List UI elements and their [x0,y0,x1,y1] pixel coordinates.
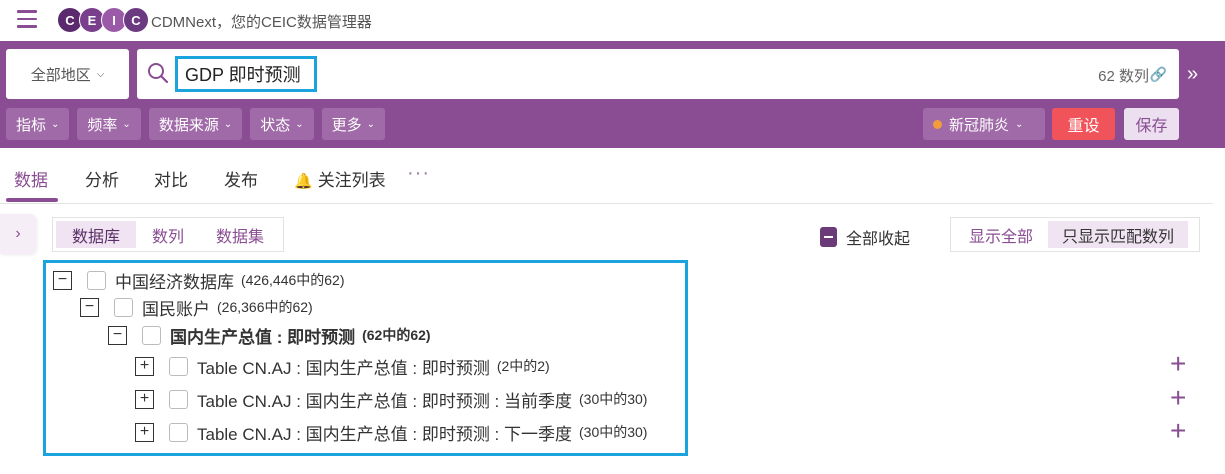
tree-label: 国民账户 [142,299,210,319]
tree-checkbox[interactable] [87,270,106,290]
tree-checkbox[interactable] [169,389,188,409]
tree-label: Table CN.AJ : 国内生产总值 : 即时预测 : 下一季度 [197,424,572,444]
filter-label: 状态 [260,116,291,134]
tree-checkbox[interactable] [114,297,133,317]
filter-row: 指标 ⌄ 频率 ⌄ 数据来源 ⌄ 状态 ⌄ 更多 ⌄ [6,108,393,140]
collapse-all-label: 全部收起 [846,231,911,248]
chevron-down-icon: ⌵ [96,68,105,80]
add-series-icon[interactable]: + [1170,350,1186,378]
search-input[interactable] [175,56,317,92]
collapse-node-icon[interactable]: − [53,270,72,290]
chevron-down-icon: ⌄ [366,118,376,130]
collapse-all-button[interactable]: 全部收起 [820,225,910,249]
region-label: 全部地区 [30,66,91,84]
link-icon[interactable]: 🔗 [1150,66,1167,83]
top-bar: C E I C CDMNext，您的CEIC数据管理器 [0,0,1225,41]
tree-row: + Table CN.AJ : 国内生产总值 : 即时预测 : 下一季度 (30… [135,420,647,444]
filter-status[interactable]: 状态 ⌄ [250,108,314,140]
filter-source[interactable]: 数据来源 ⌄ [148,108,243,140]
sidebar-toggle[interactable]: › [0,214,36,254]
region-dropdown[interactable]: 全部地区 ⌵ [6,49,129,99]
add-series-icon[interactable]: + [1170,417,1186,445]
tab-compare[interactable]: 对比 [154,166,188,191]
chevron-down-icon: ⌄ [122,118,131,130]
chevron-right-icon: › [15,225,21,242]
show-toggle: 显示全部 只显示匹配数列 [950,217,1200,252]
tree-label: 国内生产总值 : 即时预测 [170,327,356,347]
reset-button[interactable]: 重设 [1052,108,1115,140]
collapse-node-icon[interactable]: − [108,325,127,345]
tree-count: (30中的30) [579,424,648,440]
tree-checkbox[interactable] [169,422,188,442]
tree-count: (426,446中的62) [241,272,345,288]
tab-watchlist-label: 关注列表 [317,171,386,190]
chevron-down-icon: ⌄ [223,118,233,130]
chevron-down-icon: ⌄ [295,118,304,130]
tree-label: Table CN.AJ : 国内生产总值 : 即时预测 [197,358,490,378]
chevron-down-icon: ⌄ [51,118,60,130]
logo-letter: C [123,7,149,33]
show-matching-only[interactable]: 只显示匹配数列 [1048,221,1189,248]
tree-count: (2中的2) [496,358,550,374]
chevron-down-icon: ⌄ [1015,118,1024,130]
filter-label: 更多 [331,116,362,134]
tab-data[interactable]: 数据 [14,166,48,191]
view-toggle: 数据库 数列 数据集 [52,217,285,252]
show-all[interactable]: 显示全部 [954,221,1048,248]
more-tabs-icon[interactable]: ··· [407,162,430,185]
tree-row: − 国内生产总值 : 即时预测 (62中的62) [108,323,431,347]
tree-row: + Table CN.AJ : 国内生产总值 : 即时预测 (2中的2) [135,354,550,378]
filter-more[interactable]: 更多 ⌄ [321,108,386,140]
menu-icon[interactable] [17,10,37,28]
filter-label: 数据来源 [158,116,219,134]
filter-indicator[interactable]: 指标 ⌄ [6,108,70,140]
search-box: 62 数列 🔗 [137,49,1179,99]
collapse-icon [820,227,837,247]
main-tabs: 数据 分析 对比 发布 🔔 关注列表 ··· [0,148,1213,204]
expand-node-icon[interactable]: + [135,389,154,409]
view-dataset[interactable]: 数据集 [200,221,280,248]
filter-frequency[interactable]: 频率 ⌄ [77,108,141,140]
tree-row: − 中国经济数据库 (426,446中的62) [53,268,345,292]
tree-label: 中国经济数据库 [115,272,234,292]
tab-watchlist[interactable]: 🔔 关注列表 [294,166,386,191]
covid-label: 新冠肺炎 [949,116,1010,134]
expand-node-icon[interactable]: + [135,422,154,442]
expand-node-icon[interactable]: + [135,356,154,376]
app-title: CDMNext，您的CEIC数据管理器 [151,14,372,31]
save-button[interactable]: 保存 [1124,108,1179,140]
tree-count: (26,366中的62) [217,299,313,315]
tree-checkbox[interactable] [142,325,161,345]
tree-checkbox[interactable] [169,356,188,376]
tree-label: Table CN.AJ : 国内生产总值 : 即时预测 : 当前季度 [197,391,572,411]
tab-publish[interactable]: 发布 [224,166,258,191]
tab-analysis[interactable]: 分析 [85,166,119,191]
filter-label: 指标 [16,116,47,134]
view-database[interactable]: 数据库 [56,221,137,248]
status-dot-icon [933,119,942,129]
expand-panel-icon[interactable]: » [1187,63,1198,86]
ceic-logo[interactable]: C E I C [57,7,149,33]
filter-label: 频率 [87,116,118,134]
bell-icon: 🔔 [294,173,313,190]
add-series-icon[interactable]: + [1170,384,1186,412]
tree-row: + Table CN.AJ : 国内生产总值 : 即时预测 : 当前季度 (30… [135,387,647,411]
tree-count: (62中的62) [362,327,431,343]
collapse-node-icon[interactable]: − [80,297,99,317]
search-panel: 全部地区 ⌵ 62 数列 🔗 » 指标 ⌄ 频率 ⌄ 数据来源 ⌄ 状态 ⌄ 更多 ⌄ 新… [0,41,1225,148]
tree-count: (30中的30) [579,391,648,407]
search-icon [148,63,169,84]
covid-filter[interactable]: 新冠肺炎 ⌄ [923,108,1045,140]
series-count: 62 数列 [1098,68,1149,85]
active-tab-indicator [6,198,58,202]
view-series[interactable]: 数列 [136,221,200,248]
tree-row: − 国民账户 (26,366中的62) [80,295,313,319]
